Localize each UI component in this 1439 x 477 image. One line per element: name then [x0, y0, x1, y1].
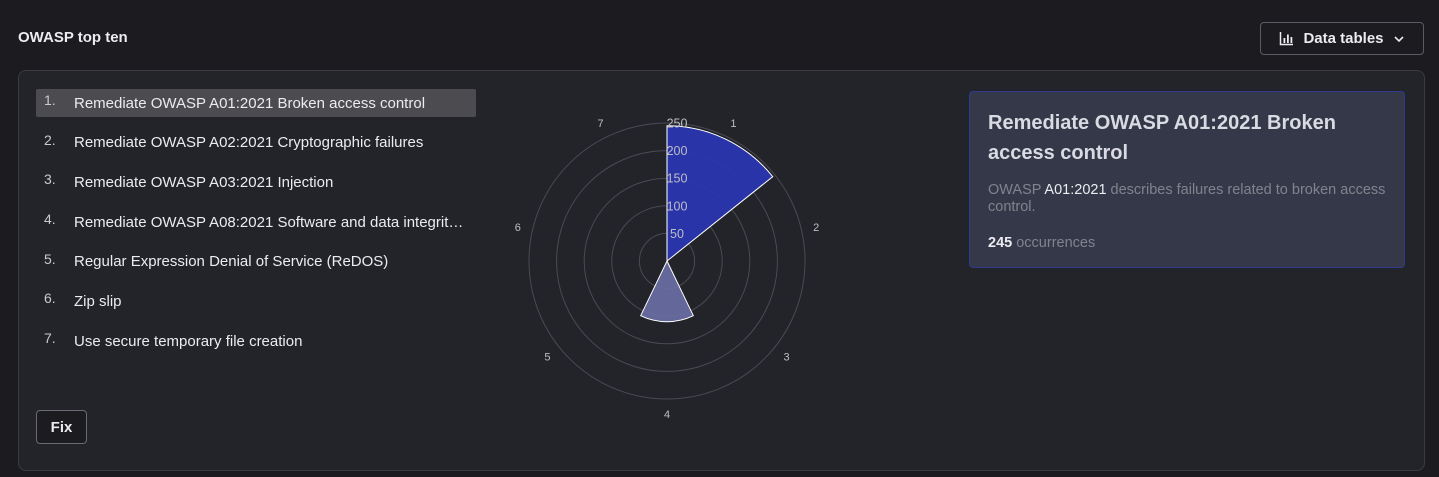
radial-tick-label: 250	[667, 117, 688, 131]
list-item-label: Remediate OWASP A01:2021 Broken access c…	[74, 94, 426, 112]
polar-segment-4[interactable]	[639, 259, 695, 323]
list-item[interactable]: 3. Remediate OWASP A03:2021 Injection	[36, 168, 476, 196]
detail-desc-prefix: OWASP	[988, 182, 1045, 198]
radial-tick-label: 150	[667, 172, 688, 186]
list-item-number: 3.	[44, 171, 56, 188]
detail-desc-code: A01:2021	[1044, 182, 1107, 198]
list-item[interactable]: 5. Regular Expression Denial of Service …	[36, 248, 476, 276]
list-item[interactable]: 6. Zip slip	[36, 287, 476, 315]
list-item-number: 2.	[44, 131, 56, 148]
data-tables-dropdown[interactable]: Data tables	[1260, 22, 1424, 55]
detail-description: OWASP A01:2021 describes failures relate…	[988, 182, 1386, 216]
category-label: 7	[598, 118, 604, 130]
list-item-number: 7.	[44, 330, 56, 347]
list-item[interactable]: 1. Remediate OWASP A01:2021 Broken acces…	[36, 89, 476, 117]
category-label: 6	[515, 222, 521, 234]
list-item-number: 6.	[44, 290, 56, 307]
category-label: 2	[813, 222, 819, 234]
category-label: 1	[730, 118, 736, 130]
chevron-down-icon	[1393, 33, 1405, 45]
list-item-number: 5.	[44, 250, 56, 267]
fix-list: 1. Remediate OWASP A01:2021 Broken acces…	[36, 89, 476, 367]
list-item-label: Zip slip	[74, 292, 122, 310]
polar-area-chart: 50 100 150 200 250 1 2 3 4 5 6 7	[515, 117, 819, 422]
list-item-label: Remediate OWASP A02:2021 Cryptographic f…	[74, 134, 424, 152]
bar-chart-icon	[1279, 31, 1294, 46]
detail-card: Remediate OWASP A01:2021 Broken access c…	[969, 91, 1405, 268]
list-item-label: Remediate OWASP A03:2021 Injection	[74, 173, 334, 191]
owasp-panel: 1. Remediate OWASP A01:2021 Broken acces…	[18, 70, 1425, 471]
list-item[interactable]: 2. Remediate OWASP A02:2021 Cryptographi…	[36, 129, 476, 157]
radial-tick-label: 100	[667, 199, 688, 213]
category-label: 3	[784, 351, 790, 363]
list-item[interactable]: 7. Use secure temporary file creation	[36, 327, 476, 355]
fix-button[interactable]: Fix	[36, 410, 87, 444]
list-item-label: Use secure temporary file creation	[74, 332, 303, 350]
category-label: 4	[664, 409, 670, 421]
list-item-number: 1.	[44, 92, 56, 108]
list-item-label: Remediate OWASP A08:2021 Software and da…	[74, 213, 470, 231]
occurrence-count: 245	[988, 235, 1013, 251]
radial-tick-label: 200	[667, 144, 688, 158]
list-item-number: 4.	[44, 211, 56, 228]
list-item[interactable]: 4. Remediate OWASP A08:2021 Software and…	[36, 208, 476, 236]
radial-tick-label: 50	[670, 227, 684, 241]
page-title: OWASP top ten	[18, 29, 128, 46]
occurrence-label: occurrences	[1012, 235, 1096, 251]
detail-title: Remediate OWASP A01:2021 Broken access c…	[988, 112, 1336, 164]
detail-occurrences: 245 occurrences	[988, 235, 1386, 251]
page: OWASP top ten Data tables 1. Remediate O…	[0, 0, 1439, 477]
data-tables-label: Data tables	[1303, 30, 1384, 47]
category-label: 5	[544, 351, 550, 363]
list-item-label: Regular Expression Denial of Service (Re…	[74, 253, 389, 271]
